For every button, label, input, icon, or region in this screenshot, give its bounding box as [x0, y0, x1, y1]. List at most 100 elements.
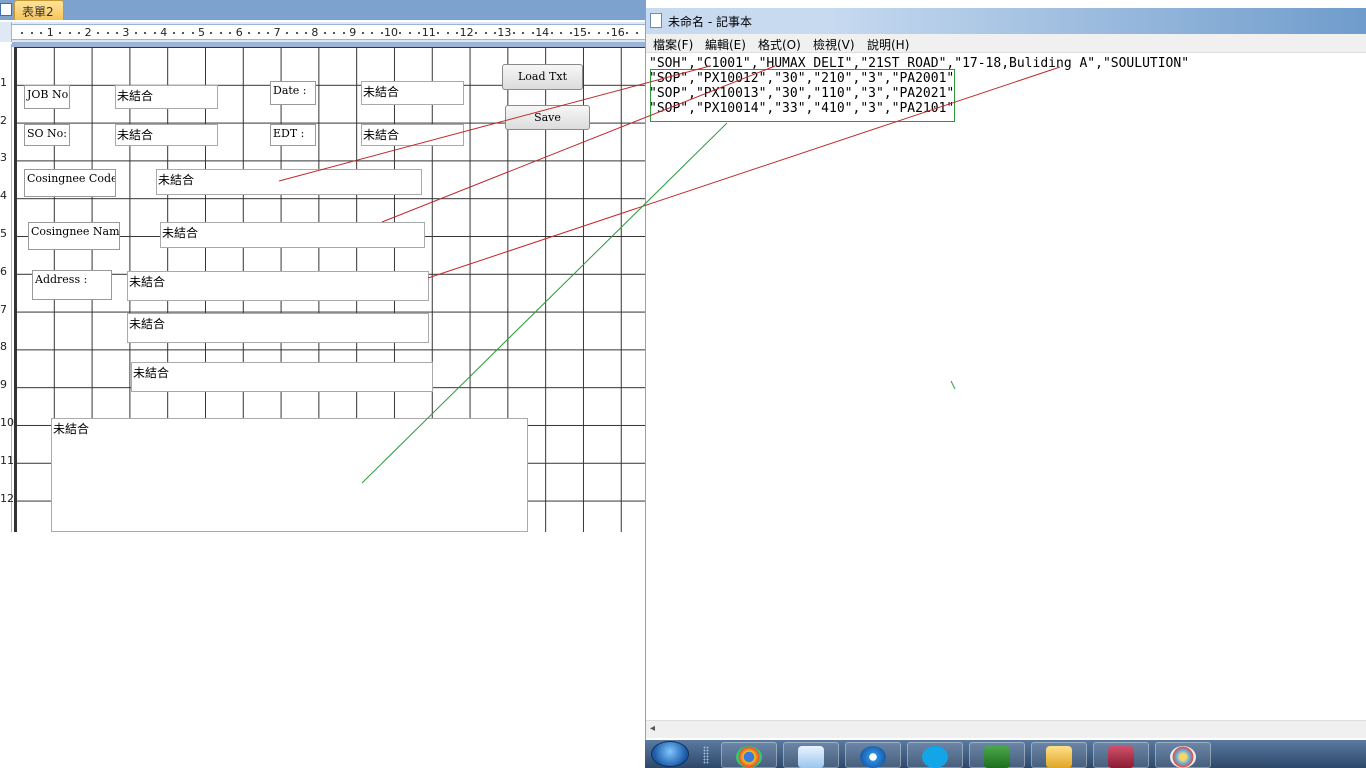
save-button[interactable]: Save	[505, 105, 590, 130]
ruler-tick	[286, 32, 289, 34]
excel-icon	[984, 746, 1010, 768]
menu-edit[interactable]: 編輯(E)	[705, 36, 746, 53]
menu-help[interactable]: 說明(H)	[867, 36, 909, 53]
ruler-tick	[78, 32, 81, 34]
ruler-tick	[172, 32, 175, 34]
notepad-text-area[interactable]: "SOH","C1001","HUMAX DELI","21ST ROAD","…	[649, 56, 1349, 716]
date-label[interactable]: Date :	[270, 81, 316, 105]
ruler-tick	[456, 32, 459, 34]
edt-label[interactable]: EDT :	[270, 124, 316, 146]
ruler-tick	[550, 32, 553, 34]
ruler-tick	[257, 32, 260, 34]
taskbar-access[interactable]	[1093, 742, 1149, 768]
ruler-tick	[626, 32, 629, 34]
consignee-code-textbox[interactable]: 未結合	[156, 169, 422, 195]
detail-lines-textbox[interactable]: 未結合	[51, 418, 528, 532]
job-no-textbox[interactable]: 未結合	[115, 85, 218, 109]
ruler-tick	[560, 32, 563, 34]
menu-format[interactable]: 格式(O)	[758, 36, 801, 53]
ruler-tick	[635, 32, 638, 34]
ruler-tick	[493, 32, 496, 34]
ruler-tick	[97, 32, 100, 34]
sop-lines-highlight-box	[650, 69, 955, 122]
vertical-ruler-number: 9	[0, 378, 7, 392]
vertical-ruler-number: 6	[0, 264, 7, 278]
ruler-tick	[59, 32, 62, 34]
ruler-number: 13	[497, 26, 512, 39]
menu-view[interactable]: 檢視(V)	[813, 36, 855, 53]
ruler-tick	[182, 32, 185, 34]
skype-icon	[922, 746, 948, 768]
ruler-tick	[323, 32, 326, 34]
ruler-number: 4	[160, 26, 168, 39]
notepad-title: 未命名 - 記事本	[668, 15, 752, 29]
consignee-name-textbox[interactable]: 未結合	[160, 222, 425, 248]
vertical-ruler-number: 12	[0, 491, 14, 505]
taskbar-grip[interactable]	[703, 746, 709, 764]
horizontal-ruler[interactable]: 1 2 3 4 5 6 7 8 9 10 11 12 13 14 15 16	[12, 24, 646, 40]
ruler-number: 1	[46, 26, 54, 39]
ruler-tick	[144, 32, 147, 34]
form-tab-icon	[0, 3, 12, 16]
ruler-tick	[371, 32, 374, 34]
paint-icon	[1170, 746, 1196, 768]
taskbar-chrome[interactable]	[721, 742, 777, 768]
ruler-number: 5	[198, 26, 205, 39]
ruler-tick	[512, 32, 515, 34]
date-textbox[interactable]: 未結合	[361, 81, 464, 105]
address-line2-textbox[interactable]: 未結合	[127, 313, 429, 343]
so-no-textbox[interactable]: 未結合	[115, 124, 218, 146]
taskbar-outlook[interactable]	[1031, 742, 1087, 768]
consignee-name-label[interactable]: Cosingnee Name:	[28, 222, 120, 250]
taskbar-skype[interactable]	[907, 742, 963, 768]
address-line3-textbox[interactable]: 未結合	[131, 362, 433, 392]
taskbar-notepad[interactable]	[783, 742, 839, 768]
ruler-tick	[475, 32, 478, 34]
ruler-tick	[531, 32, 534, 34]
address-label[interactable]: Address :	[32, 270, 112, 300]
chrome-icon	[736, 746, 762, 768]
address-line1-textbox[interactable]: 未結合	[127, 271, 429, 301]
ruler-corner[interactable]	[0, 22, 12, 42]
taskbar-excel[interactable]	[969, 742, 1025, 768]
edt-textbox[interactable]: 未結合	[361, 124, 464, 146]
ruler-tick	[210, 32, 213, 34]
start-button-icon[interactable]	[651, 741, 689, 767]
ruler-tick	[333, 32, 336, 34]
taskbar-ie[interactable]	[845, 742, 901, 768]
ruler-number: 3	[122, 26, 130, 39]
menu-file[interactable]: 檔案(F)	[653, 36, 693, 53]
vertical-ruler-number: 11	[0, 453, 14, 467]
vertical-ruler-number: 4	[0, 189, 7, 203]
notepad-title-bar[interactable]	[646, 8, 1366, 34]
form-tab[interactable]: 表單2	[14, 0, 64, 20]
ruler-tick	[484, 32, 487, 34]
taskbar	[645, 740, 1366, 768]
ruler-tick	[21, 32, 24, 34]
load-txt-button[interactable]: Load Txt	[502, 64, 583, 90]
ruler-number: 11	[421, 26, 436, 39]
document-tab-strip	[0, 0, 646, 20]
notepad-icon	[650, 13, 662, 28]
vertical-ruler[interactable]: 1 2 3 4 5 6 7 8 9 10 11 12	[0, 44, 14, 532]
ruler-tick	[229, 32, 232, 34]
vertical-ruler-number: 2	[0, 113, 7, 127]
ruler-tick	[219, 32, 222, 34]
access-form-designer: 表單2 1 2 3 4 5 6 7 8 9 10 11 12 13 14 15 16 1 2 3 4 5 6 7 8 9 10 1…	[0, 0, 646, 532]
taskbar-paint[interactable]	[1155, 742, 1211, 768]
ruler-tick	[106, 32, 109, 34]
ruler-tick	[399, 32, 402, 34]
vertical-ruler-number: 1	[0, 75, 7, 89]
vertical-ruler-number: 5	[0, 227, 7, 240]
horizontal-scrollbar[interactable]: ◂	[646, 720, 1366, 738]
notepad-icon	[798, 746, 824, 768]
ruler-tick	[569, 32, 572, 34]
ruler-number: 7	[273, 26, 281, 39]
so-no-label[interactable]: SO No:	[24, 124, 70, 146]
ruler-number: 15	[573, 26, 587, 39]
ruler-tick	[68, 32, 71, 34]
job-no-label[interactable]: JOB No:	[24, 85, 70, 109]
ruler-tick	[597, 32, 600, 34]
consignee-code-label[interactable]: Cosingnee Code:	[24, 169, 116, 197]
scroll-left-arrow-icon[interactable]: ◂	[650, 723, 655, 734]
